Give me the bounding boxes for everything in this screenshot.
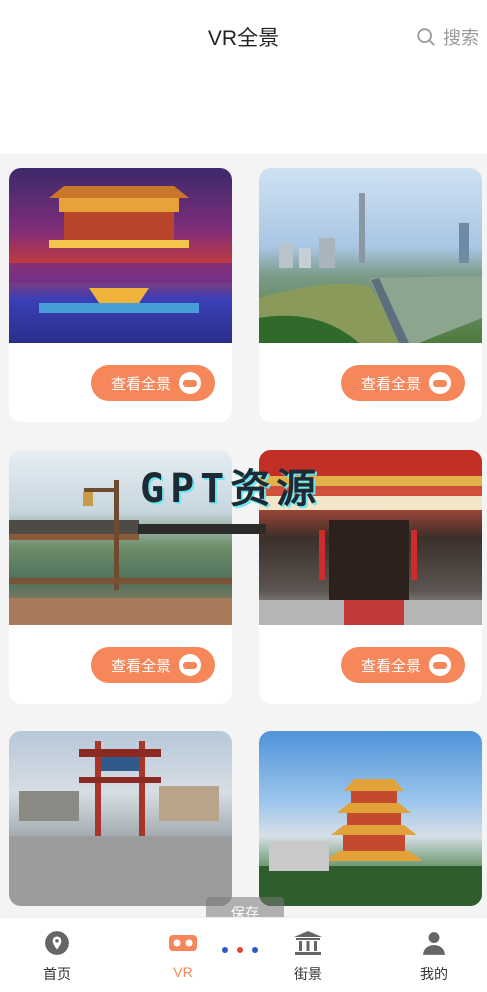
vr-glasses-icon	[179, 372, 201, 394]
view-panorama-label: 查看全景	[110, 657, 171, 675]
vr-glasses-icon	[429, 654, 451, 676]
nav-label-street: 街景	[294, 966, 322, 982]
indicator-dot	[237, 947, 243, 953]
nav-item-vr[interactable]: VR	[143, 928, 223, 980]
search-icon	[417, 28, 435, 46]
building-icon	[294, 931, 322, 955]
view-panorama-button[interactable]: 查看全景	[340, 647, 465, 683]
watermark-text: GPT资源	[140, 466, 323, 512]
view-panorama-button[interactable]: 查看全景	[90, 647, 215, 683]
bottom-nav: 首页 VR 街景 我的	[0, 917, 487, 992]
top-bar: VR全景 搜索	[0, 0, 487, 76]
vr-headset-icon	[169, 935, 197, 951]
panorama-thumbnail[interactable]	[259, 731, 482, 906]
panorama-card[interactable]: 查看全景	[259, 168, 482, 422]
page-indicator	[222, 947, 258, 953]
panorama-card[interactable]	[9, 731, 232, 906]
panorama-thumbnail[interactable]	[9, 168, 232, 343]
view-panorama-label: 查看全景	[110, 375, 171, 393]
search-label: 搜索	[443, 28, 479, 48]
page-title: VR全景	[207, 27, 280, 50]
indicator-dot	[222, 947, 228, 953]
indicator-dot	[252, 947, 258, 953]
user-icon	[423, 932, 445, 955]
view-panorama-label: 查看全景	[360, 657, 421, 675]
nav-label-vr: VR	[173, 964, 193, 980]
vr-glasses-icon	[179, 654, 201, 676]
view-panorama-button[interactable]: 查看全景	[340, 365, 465, 401]
panorama-card[interactable]: 查看全景	[9, 168, 232, 422]
nav-item-street[interactable]: 街景	[268, 928, 348, 984]
view-panorama-label: 查看全景	[360, 375, 421, 393]
nav-label-home: 首页	[43, 966, 71, 982]
watermark-bar	[138, 524, 266, 534]
location-pin-icon	[45, 931, 69, 955]
nav-item-home[interactable]: 首页	[17, 928, 97, 984]
vr-glasses-icon	[429, 372, 451, 394]
panorama-thumbnail[interactable]	[9, 731, 232, 906]
nav-item-mine[interactable]: 我的	[394, 928, 474, 984]
panorama-thumbnail[interactable]	[259, 168, 482, 343]
panorama-card[interactable]	[259, 731, 482, 906]
nav-label-mine: 我的	[420, 966, 448, 982]
view-panorama-button[interactable]: 查看全景	[90, 365, 215, 401]
search-button[interactable]: 搜索	[415, 24, 479, 50]
